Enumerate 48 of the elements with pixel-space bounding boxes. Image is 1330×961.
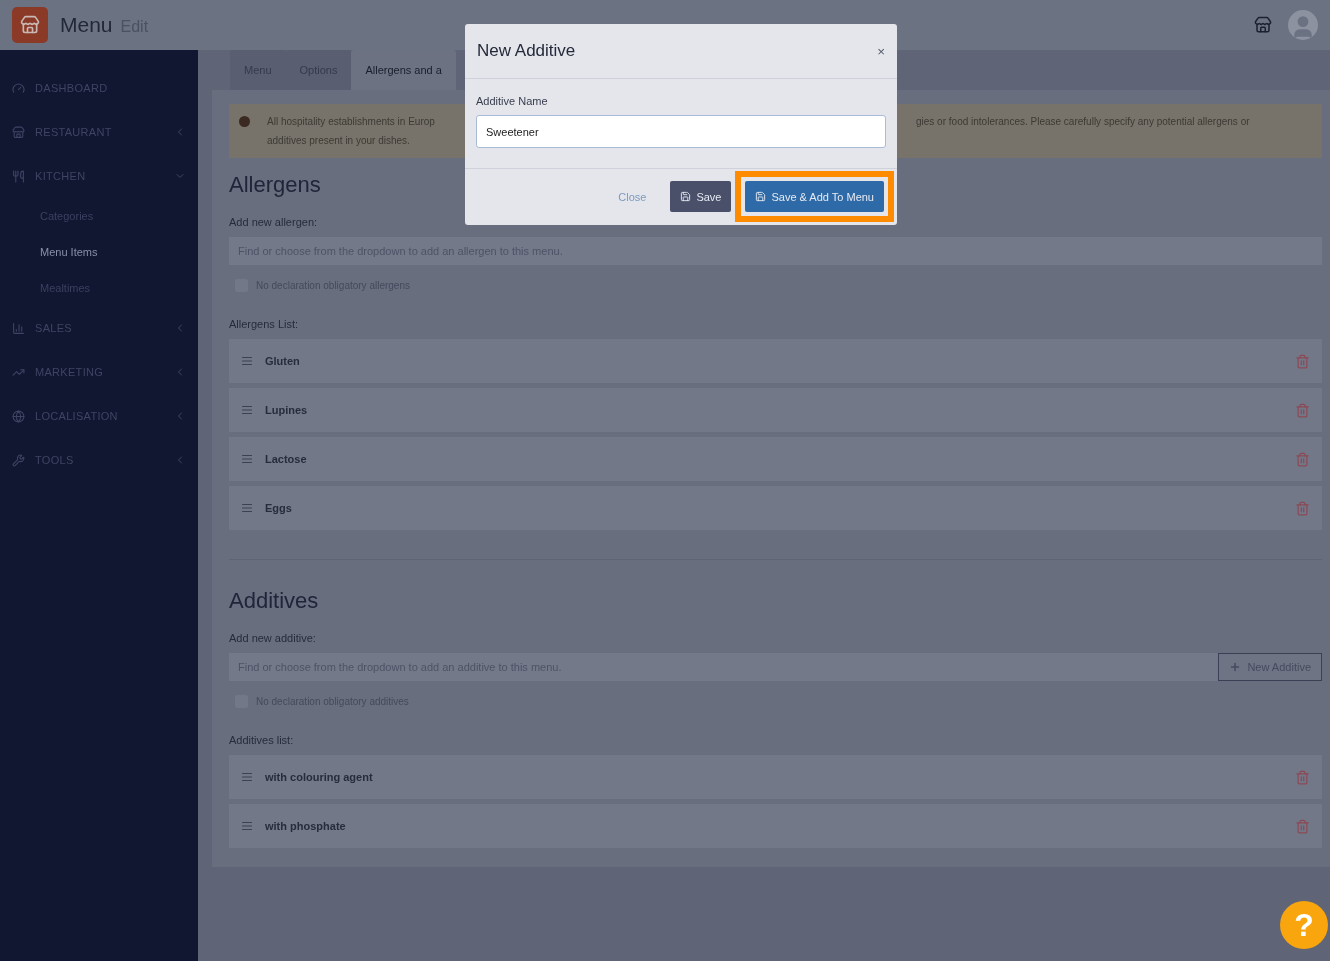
- sidebar-icon: [12, 321, 25, 335]
- section-heading: Allergens: [229, 172, 321, 198]
- save-button[interactable]: Save: [670, 181, 732, 212]
- item-name: Lactose: [265, 453, 308, 465]
- drag-handle-icon[interactable]: [241, 355, 253, 367]
- store-icon[interactable]: [1254, 16, 1272, 34]
- item-name: Lupines: [265, 404, 309, 416]
- sidebar-icon: [12, 125, 25, 139]
- trash-icon[interactable]: [1295, 500, 1310, 516]
- sidebar-icon: [12, 169, 25, 183]
- list-label: Allergens List:: [229, 318, 300, 330]
- save-icon: [680, 191, 692, 202]
- list-label: Additives list:: [229, 734, 295, 746]
- item-name: Eggs: [265, 502, 293, 514]
- close-link[interactable]: Close: [608, 181, 657, 212]
- field-label: Add new allergen:: [229, 216, 319, 228]
- sidebar-icon: [12, 409, 25, 423]
- field-label: Add new additive:: [229, 632, 317, 644]
- page-title: Menu: [60, 13, 113, 37]
- drag-handle-icon[interactable]: [241, 502, 253, 514]
- drag-handle-icon[interactable]: [241, 453, 253, 465]
- trash-icon[interactable]: [1295, 353, 1310, 369]
- section-heading: Additives: [229, 588, 319, 614]
- avatar-icon[interactable]: [1288, 10, 1318, 40]
- item-name: with phosphate: [265, 820, 347, 832]
- alert-icon: [239, 116, 250, 127]
- drag-handle-icon[interactable]: [241, 820, 253, 832]
- trash-icon[interactable]: [1295, 451, 1310, 467]
- item-name: Gluten: [265, 355, 301, 367]
- item-name: with colouring agent: [265, 771, 374, 783]
- save-button[interactable]: Save & Add To Menu: [745, 181, 884, 212]
- tab[interactable]: Allergens and a: [351, 50, 456, 90]
- trash-icon[interactable]: [1295, 402, 1310, 418]
- help-button[interactable]: ?: [1280, 901, 1328, 949]
- plus-icon: [1229, 661, 1242, 673]
- input-field[interactable]: Sweetener: [476, 115, 886, 148]
- save-icon: [755, 191, 767, 202]
- close-button[interactable]: ×: [877, 43, 885, 59]
- sidebar-icon: [12, 81, 25, 95]
- logo-icon: [12, 7, 48, 43]
- modal-title: New Additive: [477, 41, 576, 61]
- field-label: Additive Name: [476, 95, 549, 107]
- trash-icon[interactable]: [1295, 769, 1310, 785]
- sidebar-icon: [12, 453, 25, 467]
- drag-handle-icon[interactable]: [241, 771, 253, 783]
- drag-handle-icon[interactable]: [241, 404, 253, 416]
- sidebar-subitem[interactable]: Menu Items: [0, 234, 198, 270]
- trash-icon[interactable]: [1295, 818, 1310, 834]
